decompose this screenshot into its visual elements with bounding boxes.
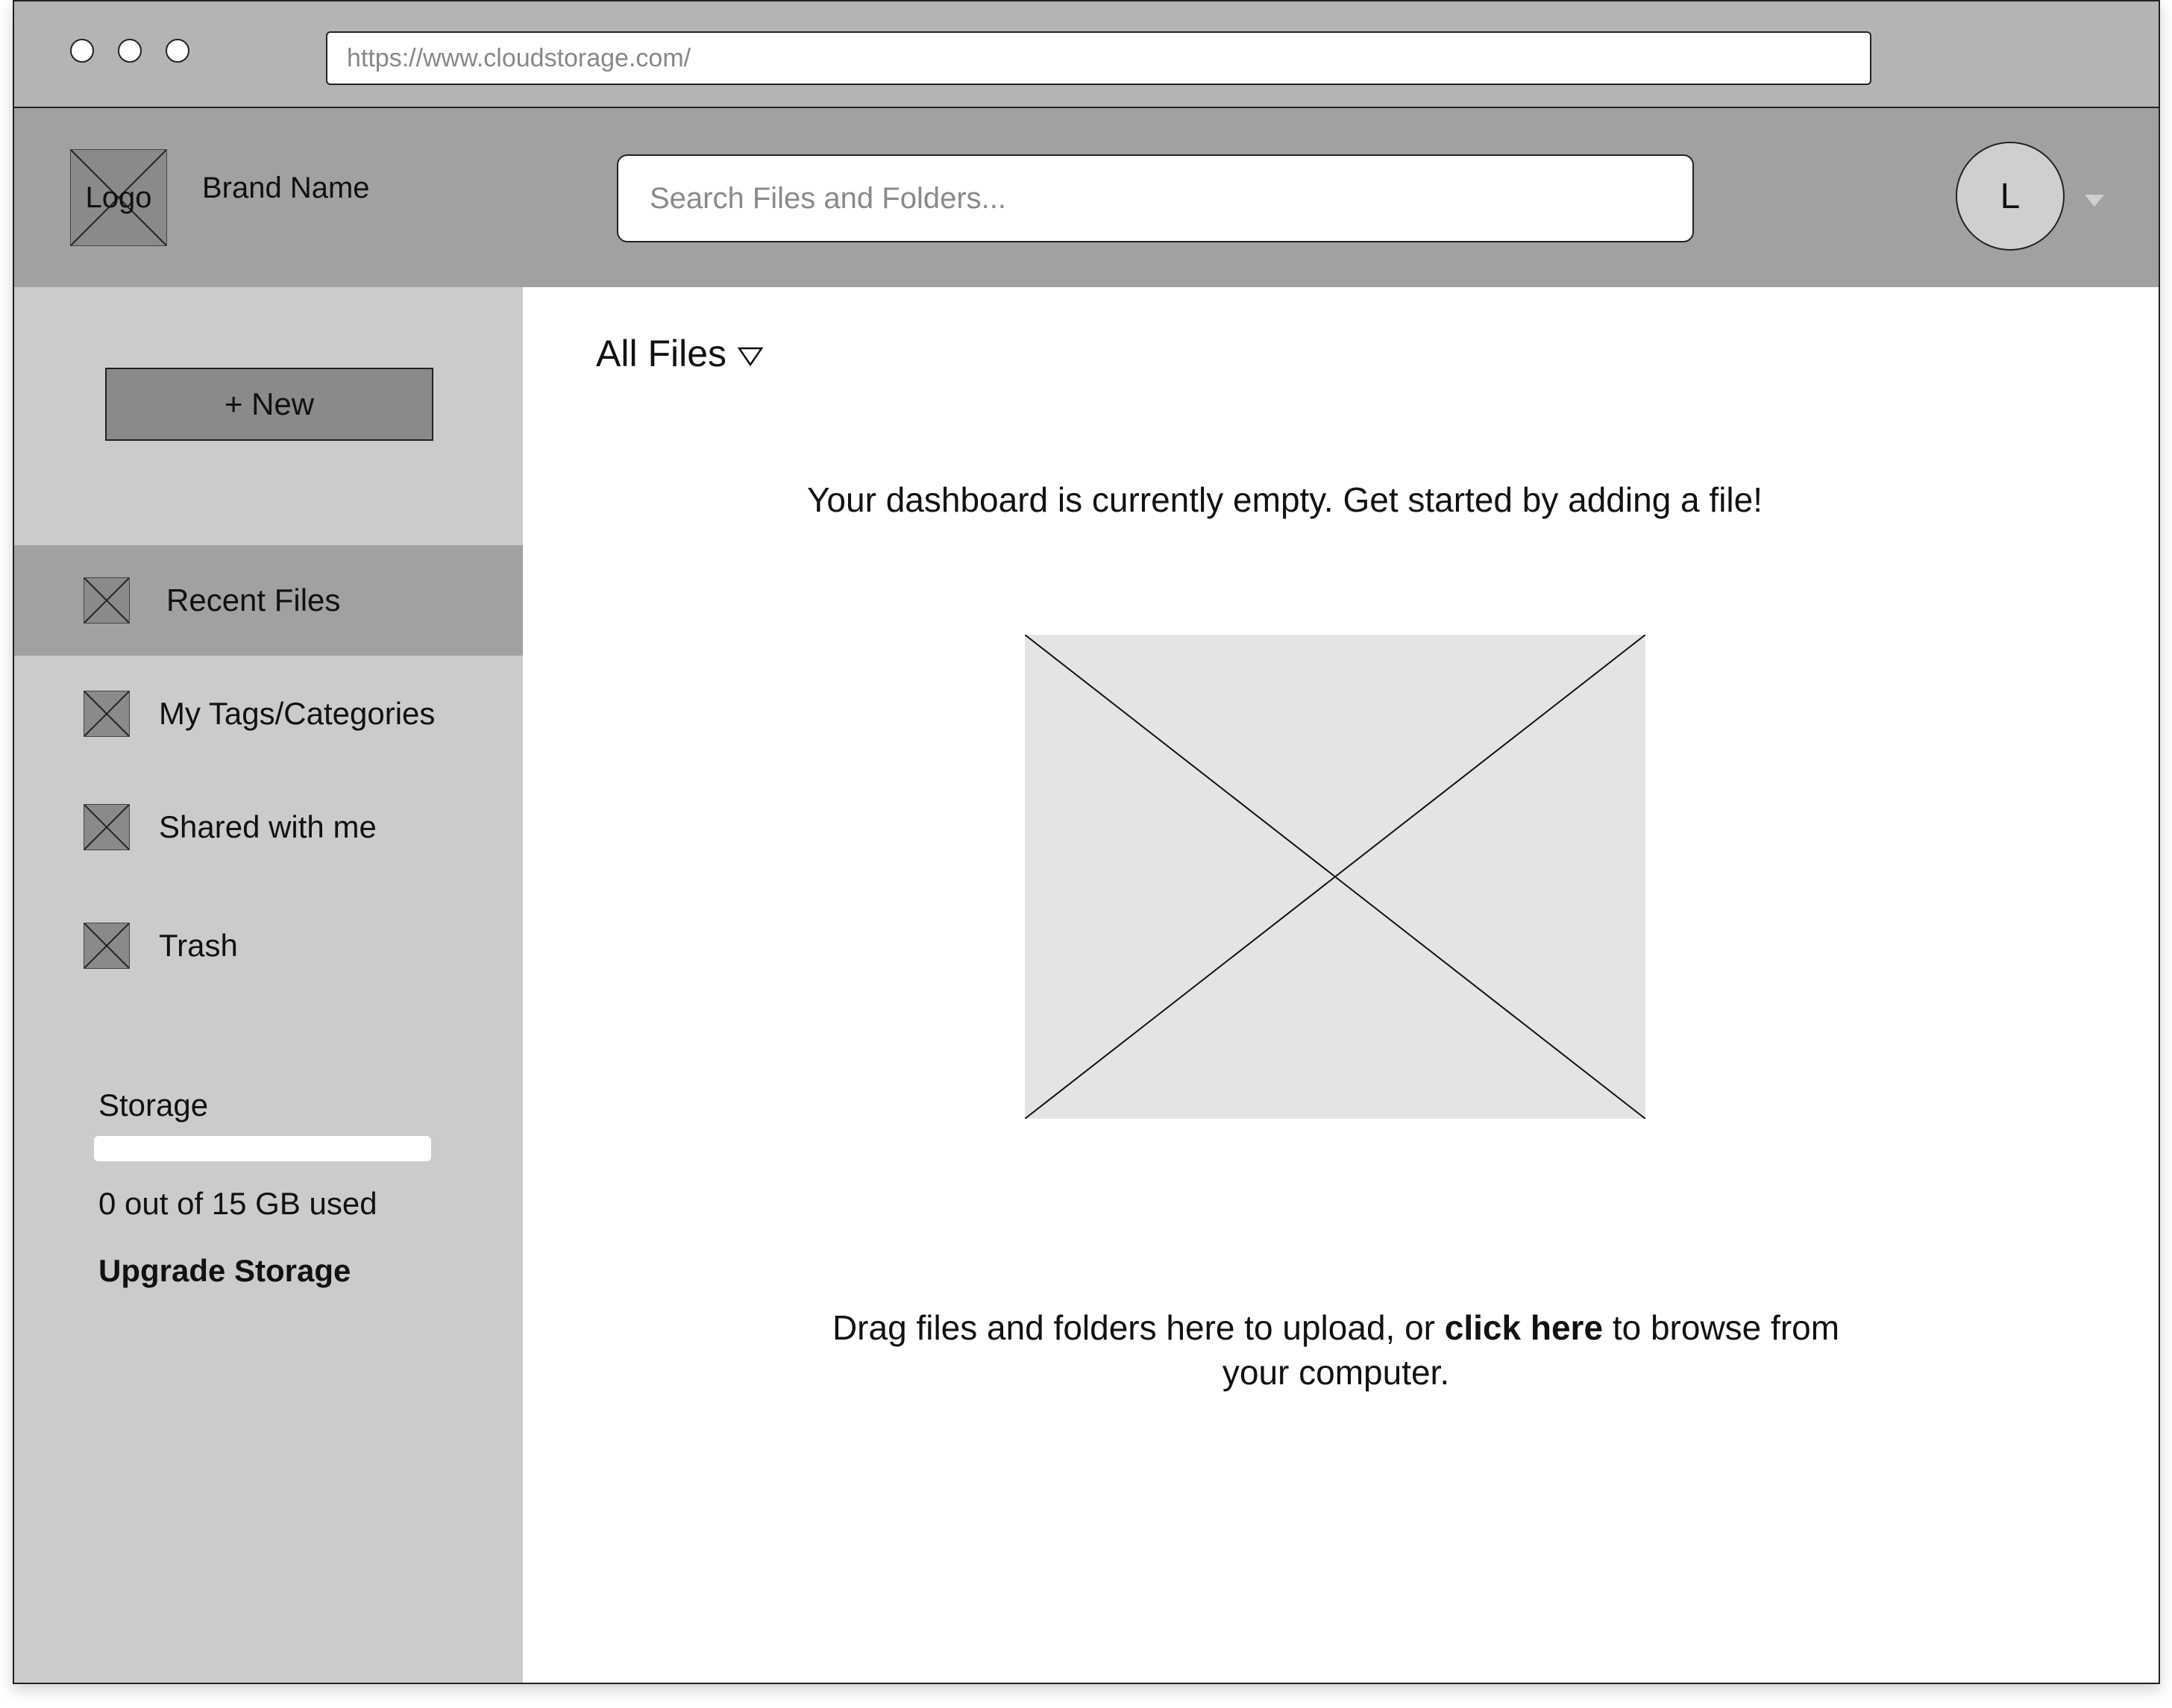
avatar-initial: L — [2000, 176, 2021, 216]
image-placeholder-icon — [84, 923, 130, 969]
window-close-button[interactable] — [70, 39, 94, 63]
app-header: Logo Brand Name L — [14, 108, 2159, 287]
storage-label: Storage — [98, 1087, 209, 1123]
brand-name[interactable]: Brand Name — [202, 172, 370, 205]
sidebar-item-label: Recent Files — [166, 583, 341, 618]
new-button[interactable]: + New — [105, 368, 433, 441]
chevron-down-icon — [737, 347, 764, 367]
search-input[interactable] — [617, 154, 1694, 242]
address-bar-url: https://www.cloudstorage.com/ — [347, 43, 691, 72]
window-minimize-button[interactable] — [118, 39, 142, 63]
upload-drop-hint[interactable]: Drag files and folders here to upload, o… — [830, 1305, 1842, 1395]
drop-hint-text: Drag files and folders here to upload, o… — [832, 1308, 1435, 1347]
sidebar-item-label: My Tags/Categories — [159, 696, 436, 731]
browser-window: https://www.cloudstorage.com/ Logo Brand… — [13, 0, 2160, 1684]
image-placeholder-icon — [84, 691, 130, 737]
image-placeholder-icon — [1025, 635, 1645, 1119]
address-bar[interactable]: https://www.cloudstorage.com/ — [326, 31, 1871, 85]
folder-selector-dropdown[interactable]: All Files — [596, 332, 764, 375]
logo[interactable]: Logo — [70, 149, 167, 246]
image-placeholder-icon — [84, 577, 130, 624]
browse-files-link[interactable]: click here — [1445, 1308, 1603, 1347]
sidebar: + New Recent Files My Tags/Categories Sh… — [14, 287, 523, 1683]
browser-toolbar: https://www.cloudstorage.com/ — [14, 1, 2159, 108]
storage-usage-text: 0 out of 15 GB used — [98, 1186, 377, 1221]
chevron-down-icon[interactable] — [2085, 195, 2104, 207]
sidebar-item-my-tags[interactable]: My Tags/Categories — [14, 659, 523, 769]
user-avatar[interactable]: L — [1956, 142, 2065, 251]
sidebar-item-shared-with-me[interactable]: Shared with me — [14, 772, 523, 882]
storage-progress-bar — [94, 1136, 431, 1161]
logo-text: Logo — [85, 180, 152, 214]
sidebar-item-label: Trash — [159, 928, 238, 963]
image-placeholder-icon — [84, 804, 130, 850]
sidebar-item-trash[interactable]: Trash — [14, 891, 523, 1001]
window-maximize-button[interactable] — [166, 39, 189, 63]
upgrade-storage-link[interactable]: Upgrade Storage — [98, 1253, 351, 1289]
empty-state-illustration — [1025, 635, 1645, 1119]
sidebar-item-label: Shared with me — [159, 809, 377, 844]
folder-selector-label: All Files — [596, 333, 727, 374]
empty-state-message: Your dashboard is currently empty. Get s… — [806, 480, 1763, 519]
sidebar-item-recent-files[interactable]: Recent Files — [14, 545, 523, 656]
main-content: All Files Your dashboard is currently em… — [523, 287, 2159, 1683]
